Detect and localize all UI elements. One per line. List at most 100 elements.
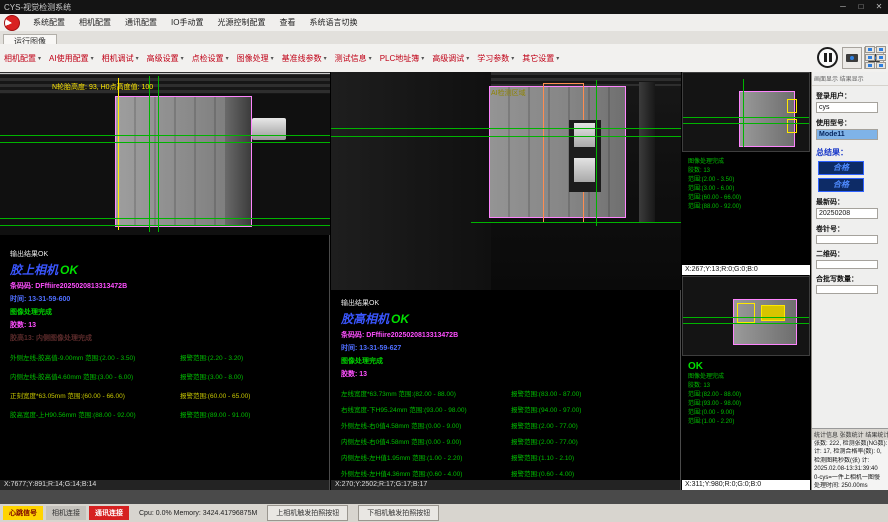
close-icon[interactable]: ✕: [870, 0, 888, 14]
menu-light-control[interactable]: 光源控制配置: [210, 17, 272, 28]
overlay-yellow-roi: [761, 305, 785, 321]
measurement-row: 内侧左线-胶高值4.60mm 范围:(3.00 - 6.00)报警范围:(3.0…: [0, 371, 329, 381]
mini-tool-button-1[interactable]: [865, 46, 875, 53]
overlay-green-hline: [683, 117, 809, 118]
maximize-icon[interactable]: □: [852, 0, 870, 14]
overlay-green-hline: [0, 218, 330, 219]
pause-icon: [829, 53, 832, 62]
preview-result-text-1: 图像处理完成 胶数: 13 范围:(2.00 - 3.50) 范围:(3.00 …: [682, 152, 810, 265]
status-badge: OK: [60, 263, 78, 277]
output-result-line: 输出结果OK: [341, 298, 680, 308]
tool-learn-params[interactable]: 学习参数▾: [477, 53, 514, 64]
result-pass-badge-1: 合格: [818, 161, 864, 175]
tool-other-settings[interactable]: 其它设置▾: [522, 53, 559, 64]
menu-view[interactable]: 查看: [272, 17, 302, 28]
camera-capture-top-button[interactable]: [842, 47, 862, 69]
chevron-down-icon: ▾: [421, 55, 424, 62]
tool-advanced-settings[interactable]: 高级设置▾: [147, 53, 184, 64]
side-panel-header: 画面显示 结果显示: [812, 72, 888, 86]
chevron-down-icon: ▾: [556, 55, 559, 62]
left-camera-image[interactable]: N轮胎高度: 93, H0点高度值: 100: [0, 72, 330, 235]
menubar: 系统配置 相机配置 通讯配置 IO手动置 光源控制配置 查看 系统语言切换: [0, 14, 888, 32]
overlay-green-vline: [149, 76, 150, 232]
statusbar: 心跳信号 相机连接 通讯连接 Cpu: 0.0% Memory: 3424.41…: [0, 504, 888, 522]
comm-link-status-badge: 通讯连接: [89, 506, 129, 520]
overlay-green-hline: [0, 225, 330, 226]
machine-highlight: [639, 82, 655, 222]
overlay-green-vline: [158, 76, 159, 232]
tool-baseline-params[interactable]: 基准线参数▾: [282, 53, 327, 64]
qr-code-value: [816, 260, 878, 269]
menu-system-config[interactable]: 系统配置: [26, 17, 72, 28]
tool-image-processing[interactable]: 图像处理▾: [237, 53, 274, 64]
trigger-bottom-camera-button[interactable]: 下相机触发拍照按钮: [358, 505, 439, 521]
menu-io-manual[interactable]: IO手动置: [164, 17, 210, 28]
window-title: CYS-视觉检测系统: [4, 2, 71, 13]
tool-spot-check[interactable]: 点检设置▾: [192, 53, 229, 64]
overlay-green-hline: [0, 142, 330, 143]
process-status-line: 图像处理完成: [341, 356, 680, 366]
center-result-text: 输出结果OK 胶高相机OK 条码码: DFffiire2025020813313…: [331, 290, 680, 480]
spool-number-value: [816, 235, 878, 244]
barcode-line: 条码码: DFffiire2025020813313472B: [341, 330, 680, 340]
overlay-measure-label: N轮胎高度: 93, H0点高度值: 100: [52, 82, 153, 92]
statistics-section: 统计信息 张数统计 结果统计 张数: 222, 检测张数(NG数): 计: 17…: [812, 428, 888, 490]
preview-camera-image-2[interactable]: [682, 276, 810, 356]
preview-column: 图像处理完成 胶数: 13 范围:(2.00 - 3.50) 范围:(3.00 …: [682, 72, 810, 490]
minimize-icon[interactable]: ─: [834, 0, 852, 14]
tool-camera-debug[interactable]: 相机调试▾: [102, 53, 139, 64]
measurement-row-warning: 正刻宽度*63.05mm 范围:(60.00 - 66.00)报警范围:(60.…: [0, 390, 329, 400]
tool-plc-address[interactable]: PLC地址簿▾: [380, 53, 425, 64]
chevron-down-icon: ▾: [369, 55, 372, 62]
menu-language-switch[interactable]: 系统语言切换: [302, 17, 364, 28]
app-logo-icon: [4, 15, 20, 31]
app-window: CYS-视觉检测系统 ─ □ ✕ 系统配置 相机配置 通讯配置 IO手动置 光源…: [0, 0, 888, 522]
cpu-memory-readout: Cpu: 0.0% Memory: 3424.41796875M: [139, 510, 257, 517]
preview-camera-image-1[interactable]: [682, 72, 810, 152]
tool-ai-config[interactable]: AI使用配置▾: [49, 53, 94, 64]
left-camera-panel: N轮胎高度: 93, H0点高度值: 100 输出结果OK 胶上相机OK 条码码…: [0, 72, 330, 490]
measurement-row: 胶高宽度-上H90.56mm 范围:(88.00 - 92.00)报警范围:(8…: [0, 409, 329, 419]
spool-number-label: 卷针号：: [816, 224, 888, 234]
center-camera-image[interactable]: AI检测区域: [331, 72, 681, 290]
pause-icon: [824, 53, 827, 62]
chevron-down-icon: ▾: [226, 55, 229, 62]
machine-rails: [0, 72, 330, 94]
pixel-coordinate-bar: X:267;Y:13;R:0;G:0;B:0: [682, 265, 810, 275]
login-user-value: cys: [816, 102, 878, 113]
overlay-yellow-roi: [787, 99, 797, 113]
model-label: 使用型号：: [816, 118, 888, 128]
total-result-label: 总结果：: [816, 147, 888, 158]
output-result-line: 输出结果OK: [10, 249, 329, 259]
main-area: N轮胎高度: 93, H0点高度值: 100 输出结果OK 胶上相机OK 条码码…: [0, 72, 888, 490]
mini-toolbar: [865, 46, 887, 70]
overlay-green-hline: [683, 317, 809, 318]
tool-test-info[interactable]: 测试信息▾: [335, 53, 372, 64]
gripper-arm: [252, 118, 286, 140]
mini-tool-button-4[interactable]: [876, 54, 886, 61]
measurement-row: 外侧左线-胶高值-9.00mm 范围:(2.00 - 3.50)报警范围:(2.…: [0, 352, 329, 362]
preview-result-text-2: OK 图像处理完成 胶数: 13 范围:(82.00 - 88.00) 范围:(…: [682, 356, 810, 480]
model-value[interactable]: Mode11: [816, 129, 878, 140]
titlebar: CYS-视觉检测系统 ─ □ ✕: [0, 0, 888, 14]
latest-code-label: 最新码：: [816, 197, 888, 207]
tool-advanced-debug[interactable]: 高级调试▾: [432, 53, 469, 64]
trigger-top-camera-button[interactable]: 上相机触发拍照按钮: [267, 505, 348, 521]
left-result-text: 输出结果OK 胶上相机OK 条码码: DFffiire2025020813313…: [0, 235, 329, 480]
tool-camera-config[interactable]: 相机配置▾: [4, 53, 41, 64]
mini-tool-button-5[interactable]: [865, 62, 875, 69]
overlay-green-vline: [743, 79, 744, 147]
pause-button[interactable]: [817, 47, 838, 68]
menu-camera-config[interactable]: 相机配置: [72, 17, 118, 28]
login-user-label: 登录用户：: [816, 91, 888, 101]
chevron-down-icon: ▾: [324, 55, 327, 62]
mini-tool-button-2[interactable]: [876, 46, 886, 53]
chevron-down-icon: ▾: [181, 55, 184, 62]
menu-comm-config[interactable]: 通讯配置: [118, 17, 164, 28]
camera-link-status-badge: 相机连接: [46, 506, 86, 520]
dim-detail-line: 胶高13: 内侧图像处理完成: [10, 333, 329, 343]
batch-count-label: 合批写数量：: [816, 274, 888, 284]
mini-tool-button-6[interactable]: [876, 62, 886, 69]
measurement-row: 外侧左线-左H值4.36mm 范围:(0.60 - 4.00)报警范围:(0.6…: [331, 468, 680, 478]
mini-tool-button-3[interactable]: [865, 54, 875, 61]
